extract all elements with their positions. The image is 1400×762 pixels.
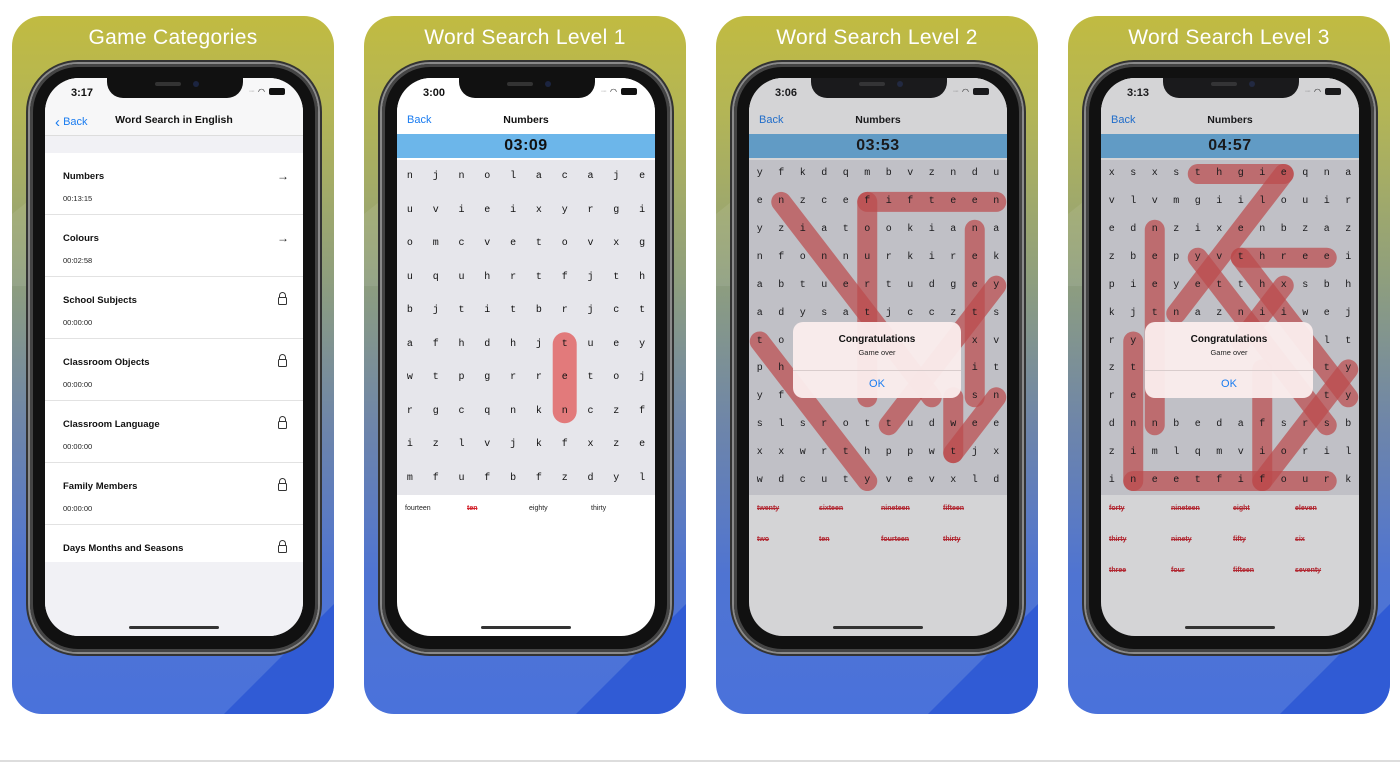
battery-icon — [269, 88, 285, 95]
arrow-right-icon: → — [277, 169, 289, 183]
home-indicator — [129, 626, 219, 629]
phone-screen: Back Numbers 3:06 ···· ◠ 03:53 yfkdqmbvzndu enz… — [749, 78, 1007, 636]
battery-icon — [621, 88, 637, 95]
panel-title: Word Search Level 3 — [1128, 26, 1330, 49]
word-list-item: fourteen — [405, 505, 431, 512]
panel-title: Word Search Level 1 — [424, 26, 626, 49]
status-time: 3:17 — [71, 87, 94, 99]
nav-title: Numbers — [503, 114, 549, 126]
lock-icon — [278, 354, 287, 367]
home-indicator — [481, 626, 571, 629]
list-item-category[interactable]: Days Months and Seasons00:00:00 — [45, 525, 303, 562]
home-indicator — [833, 626, 923, 629]
category-name: Numbers — [63, 171, 105, 182]
list-item-category[interactable]: Classroom Objects 00:00:00 — [45, 339, 303, 401]
panel-game-categories: Game Categories ‹ Back Word Search in En… — [12, 16, 334, 714]
grid-row-letters[interactable]: njnolacaje — [397, 160, 655, 194]
alert-title: Congratulations — [838, 334, 916, 345]
phone-frame: Back Numbers 3:00 ···· ◠ 03:09 njnolacaje uviei… — [382, 64, 670, 652]
grid-row-letters[interactable]: rgcqnknczf — [397, 395, 655, 429]
alert-divider — [793, 370, 961, 371]
category-name: Classroom Objects — [63, 357, 150, 368]
grid-row-letters[interactable]: mfufbfzdyl — [397, 462, 655, 496]
phone-frame: Back Numbers 3:13 ···· ◠ 04:57 xsxsthgieqna vlv… — [1086, 64, 1374, 652]
alert-dialog: Congratulations Game over OK — [1145, 322, 1313, 398]
category-name: Classroom Language — [63, 419, 160, 430]
list-item-category[interactable]: Family Members 00:00:00 — [45, 463, 303, 525]
alert-dialog: Congratulations Game over OK — [793, 322, 961, 398]
lock-icon — [278, 540, 287, 553]
list-item-category[interactable]: Classroom Language 00:00:00 — [45, 401, 303, 463]
word-list-item: ten — [467, 505, 478, 512]
home-indicator — [1185, 626, 1275, 629]
category-time: 00:02:58 — [63, 256, 93, 265]
signal-icon: ···· — [600, 88, 607, 95]
phone-screen: Back Numbers 3:00 ···· ◠ 03:09 njnolacaje uviei… — [397, 78, 655, 636]
phone-frame: ‹ Back Word Search in English 3:17 ···· ◠… — [30, 64, 318, 652]
panel-level-1: Word Search Level 1 Back Numbers 3:00 ···· ◠ 0… — [364, 16, 686, 714]
panel-level-2: Word Search Level 2 Back Numbers 3:06 ···· ◠ 0… — [716, 16, 1038, 714]
grid-row-letters[interactable]: omcvetovxg — [397, 227, 655, 261]
panel-level-3: Word Search Level 3 Back Numbers 3:13 ···· ◠ 0… — [1068, 16, 1390, 714]
grid-row-letters[interactable]: wtpgrretoj — [397, 361, 655, 395]
panel-title: Word Search Level 2 — [776, 26, 978, 49]
grid-row-letters[interactable]: uquhrtfjth — [397, 261, 655, 295]
list-item-category[interactable]: Numbers 00:13:15 → — [45, 153, 303, 215]
grid-row-letters[interactable]: bjtitbrjct — [397, 294, 655, 328]
wifi-icon: ◠ — [610, 87, 617, 96]
grid-row-letters[interactable]: afhdhjtuey — [397, 328, 655, 362]
status-time: 3:00 — [423, 87, 446, 99]
category-time: 00:13:15 — [63, 194, 93, 203]
category-name: School Subjects — [63, 295, 137, 306]
lock-icon — [278, 292, 287, 305]
category-time: 00:00:00 — [63, 504, 93, 513]
signal-icon: ···· — [248, 88, 255, 95]
grid-row-letters[interactable]: uvieixyrgi — [397, 194, 655, 228]
phone-screen: ‹ Back Word Search in English 3:17 ···· ◠… — [45, 78, 303, 636]
grid-row-letters[interactable]: izlvjkfxze — [397, 428, 655, 462]
category-list: Numbers 00:13:15 → Colours 00:02:58 → School S… — [45, 153, 303, 562]
word-list-item: thirty — [591, 505, 607, 512]
letter-grid[interactable]: njnolacaje uvieixyrgi omcvetovxg uquhrtfjth… — [397, 160, 655, 495]
alert-divider — [1145, 370, 1313, 371]
timer-display: 03:09 — [397, 134, 655, 158]
word-list-item: eighty — [529, 505, 548, 512]
alert-message: Game over — [858, 348, 896, 357]
phone-frame: Back Numbers 3:06 ···· ◠ 03:53 yfkdqmbvzndu enz… — [734, 64, 1022, 652]
nav-title: Word Search in English — [115, 114, 233, 126]
list-item-category[interactable]: Colours 00:02:58 → — [45, 215, 303, 277]
category-time: 00:00:00 — [63, 380, 93, 389]
lock-icon — [278, 478, 287, 491]
wifi-icon: ◠ — [258, 87, 265, 96]
ok-button[interactable]: OK — [793, 378, 961, 390]
arrow-right-icon: → — [277, 231, 289, 245]
category-name: Colours — [63, 233, 99, 244]
phone-screen: Back Numbers 3:13 ···· ◠ 04:57 xsxsthgieqna vlv… — [1101, 78, 1359, 636]
category-time: 00:00:00 — [63, 442, 93, 451]
lock-icon — [278, 416, 287, 429]
category-name: Family Members — [63, 481, 138, 492]
alert-message: Game over — [1210, 348, 1248, 357]
alert-title: Congratulations — [1190, 334, 1268, 345]
ok-button[interactable]: OK — [1145, 378, 1313, 390]
panel-title: Game Categories — [88, 26, 258, 49]
category-time: 00:00:00 — [63, 318, 93, 327]
category-name: Days Months and Seasons — [63, 543, 184, 554]
list-item-category[interactable]: School Subjects 00:00:00 — [45, 277, 303, 339]
